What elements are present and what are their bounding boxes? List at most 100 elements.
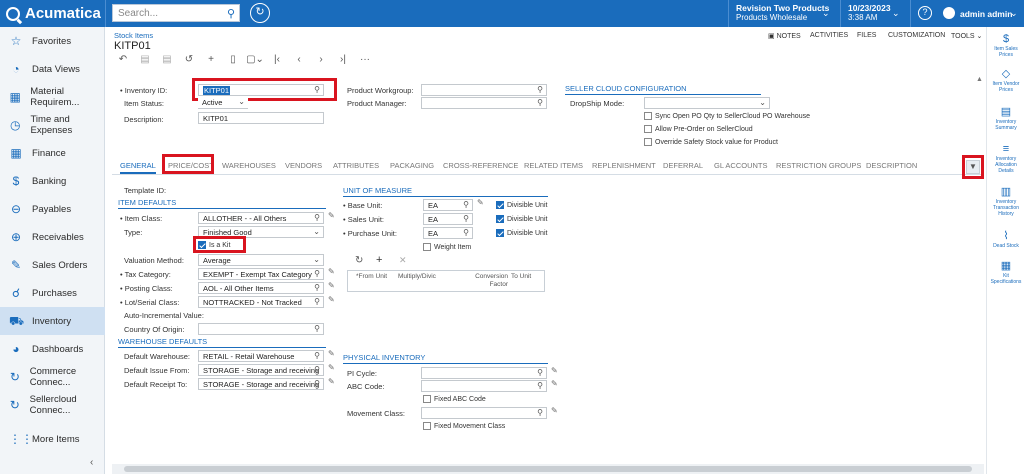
search-icon[interactable]: ⚲ [537, 381, 543, 390]
search-icon[interactable]: ⚲ [537, 85, 543, 94]
sidebar-item-receivables[interactable]: ⊕ Receivables [0, 223, 105, 251]
delete-row-icon[interactable]: ✕ [399, 255, 407, 266]
notes-button[interactable]: ▣ NOTES [768, 32, 801, 40]
edit-icon[interactable]: ✎ [477, 198, 484, 207]
more-actions-icon[interactable]: ··· [354, 54, 376, 68]
search-icon[interactable]: ⚲ [314, 379, 320, 388]
tab-description[interactable]: DESCRIPTION [866, 161, 917, 170]
grid-header-from-unit[interactable]: *From Unit [356, 273, 392, 281]
tab-restriction-groups[interactable]: RESTRICTION GROUPS [776, 161, 861, 170]
sales-divisible-checkbox[interactable]: Divisible Unit [496, 215, 547, 223]
rail-item-vendor-prices[interactable]: ◇ Item Vendor Prices [987, 68, 1024, 93]
tab-cross-reference[interactable]: CROSS-REFERENCE [443, 161, 518, 170]
last-record-icon[interactable]: ›| [332, 54, 354, 68]
chevron-down-icon[interactable]: ⌄ [1010, 8, 1018, 19]
tab-warehouses[interactable]: WAREHOUSES [222, 161, 276, 170]
sidebar-item-commerce-connector[interactable]: ↻ Commerce Connec... [0, 363, 105, 391]
edit-icon[interactable]: ✎ [328, 363, 335, 372]
rail-item-inventory-summary[interactable]: ▤ Inventory Summary [987, 106, 1024, 131]
search-icon[interactable]: ⚲ [463, 200, 469, 209]
sidebar-item-payables[interactable]: ⊖ Payables [0, 195, 105, 223]
user-name[interactable]: admin admin [960, 9, 1012, 19]
sidebar-item-inventory[interactable]: ⛟ Inventory [0, 307, 105, 335]
search-icon[interactable]: ⚲ [537, 98, 543, 107]
sidebar-item-sales-orders[interactable]: ✎ Sales Orders [0, 251, 105, 279]
activities-button[interactable]: ACTIVITIES [810, 32, 848, 39]
tab-related-items[interactable]: RELATED ITEMS [524, 161, 583, 170]
history-icon[interactable]: ↻ [250, 3, 270, 23]
scroll-up-icon[interactable]: ▲ [976, 76, 983, 83]
scrollbar-thumb[interactable] [124, 466, 972, 472]
product-workgroup-field[interactable]: ⚲ [421, 84, 547, 96]
weight-item-checkbox[interactable]: Weight Item [423, 243, 471, 251]
override-safety-stock-checkbox[interactable]: Override Safety Stock value for Product [644, 138, 778, 146]
search-icon[interactable]: ⚲ [314, 365, 320, 374]
search-icon[interactable]: ⚲ [314, 351, 320, 360]
base-unit-field[interactable]: EA ⚲ [423, 199, 473, 211]
grid-header-multiply-divide[interactable]: Multiply/Divic [398, 273, 436, 281]
tab-price-cost[interactable]: PRICE/COST [168, 161, 214, 170]
fixed-abc-code-checkbox[interactable]: Fixed ABC Code [423, 395, 486, 403]
base-divisible-checkbox[interactable]: Divisible Unit [496, 201, 547, 209]
next-record-icon[interactable]: › [310, 54, 332, 68]
search-icon[interactable]: ⚲ [314, 85, 320, 94]
search-input[interactable]: Search... ⚲ [112, 4, 240, 22]
item-status-select[interactable]: Active ⌄ [198, 97, 248, 109]
chevron-down-icon[interactable]: ⌄ [892, 8, 900, 19]
sidebar-item-sellercloud-connector[interactable]: ↻ Sellercloud Connec... [0, 391, 105, 419]
cancel-icon[interactable]: ↺ [178, 54, 200, 68]
files-button[interactable]: FILES [857, 32, 876, 39]
allow-preorder-checkbox[interactable]: Allow Pre-Order on SellerCloud [644, 125, 753, 133]
vertical-scrollbar[interactable]: ▲ [976, 76, 984, 456]
rail-item-kit-specifications[interactable]: ▦ Kit Specifications [987, 260, 1024, 285]
sales-unit-field[interactable]: EA ⚲ [423, 213, 473, 225]
sidebar-item-favorites[interactable]: ☆ Favorites [0, 27, 105, 55]
product-manager-field[interactable]: ⚲ [421, 97, 547, 109]
lot-serial-class-field[interactable]: NOTTRACKED - Not Tracked ⚲ [198, 296, 324, 308]
breadcrumb[interactable]: Stock Items [114, 31, 153, 40]
dropship-select[interactable]: ⌄ [644, 97, 770, 109]
edit-icon[interactable]: ✎ [328, 211, 335, 220]
tab-packaging[interactable]: PACKAGING [390, 161, 434, 170]
tax-category-field[interactable]: EXEMPT - Exempt Tax Category ⚲ [198, 268, 324, 280]
is-a-kit-checkbox[interactable]: Is a Kit [198, 241, 230, 249]
pi-cycle-field[interactable]: ⚲ [421, 367, 547, 379]
rail-item-dead-stock[interactable]: ⌇ Dead Stock [987, 230, 1024, 249]
user-avatar-icon[interactable] [943, 7, 955, 19]
search-icon[interactable]: ⚲ [463, 214, 469, 223]
help-icon[interactable]: ? [918, 6, 932, 20]
default-warehouse-field[interactable]: RETAIL - Retail Warehouse ⚲ [198, 350, 324, 362]
country-of-origin-field[interactable]: ⚲ [198, 323, 324, 335]
default-issue-field[interactable]: STORAGE - Storage and receiving ⚲ [198, 364, 324, 376]
search-icon[interactable]: ⚲ [227, 7, 235, 20]
abc-code-field[interactable]: ⚲ [421, 380, 547, 392]
sidebar-item-purchases[interactable]: ☌ Purchases [0, 279, 105, 307]
chevron-down-icon[interactable]: ⌄ [822, 8, 830, 19]
search-icon[interactable]: ⚲ [463, 228, 469, 237]
delete-icon[interactable]: ▯ [222, 54, 244, 68]
tools-button[interactable]: TOOLS ⌄ [951, 32, 982, 40]
collapse-sidebar-icon[interactable]: ‹ [90, 457, 93, 468]
search-icon[interactable]: ⚲ [537, 368, 543, 377]
undo-icon[interactable]: ↶ [112, 54, 134, 68]
grid-header-to-unit[interactable]: To Unit [511, 273, 531, 281]
save-close-icon[interactable]: ▤ [156, 54, 178, 68]
posting-class-field[interactable]: AOL - All Other Items ⚲ [198, 282, 324, 294]
tab-gl-accounts[interactable]: GL ACCOUNTS [714, 161, 767, 170]
previous-record-icon[interactable]: ‹ [288, 54, 310, 68]
add-row-icon[interactable]: + [376, 254, 382, 266]
business-date[interactable]: 10/23/2023 3:38 AM [848, 3, 891, 23]
search-icon[interactable]: ⚲ [314, 283, 320, 292]
purchase-unit-field[interactable]: EA ⚲ [423, 227, 473, 239]
valuation-method-select[interactable]: Average ⌄ [198, 254, 324, 266]
search-icon[interactable]: ⚲ [314, 213, 320, 222]
search-icon[interactable]: ⚲ [537, 408, 543, 417]
sync-open-po-checkbox[interactable]: Sync Open PO Qty to SellerCloud PO Wareh… [644, 112, 810, 120]
rail-item-allocation-details[interactable]: ≡ Inventory Allocation Details [987, 143, 1024, 174]
purchase-divisible-checkbox[interactable]: Divisible Unit [496, 229, 547, 237]
brand-logo[interactable]: Acumatica [6, 0, 101, 27]
copy-paste-icon[interactable]: ▢⌄ [244, 54, 266, 68]
customization-button[interactable]: CUSTOMIZATION [888, 32, 945, 39]
sidebar-item-time-and-expenses[interactable]: ◷ Time and Expenses [0, 111, 105, 139]
movement-class-field[interactable]: ⚲ [421, 407, 547, 419]
